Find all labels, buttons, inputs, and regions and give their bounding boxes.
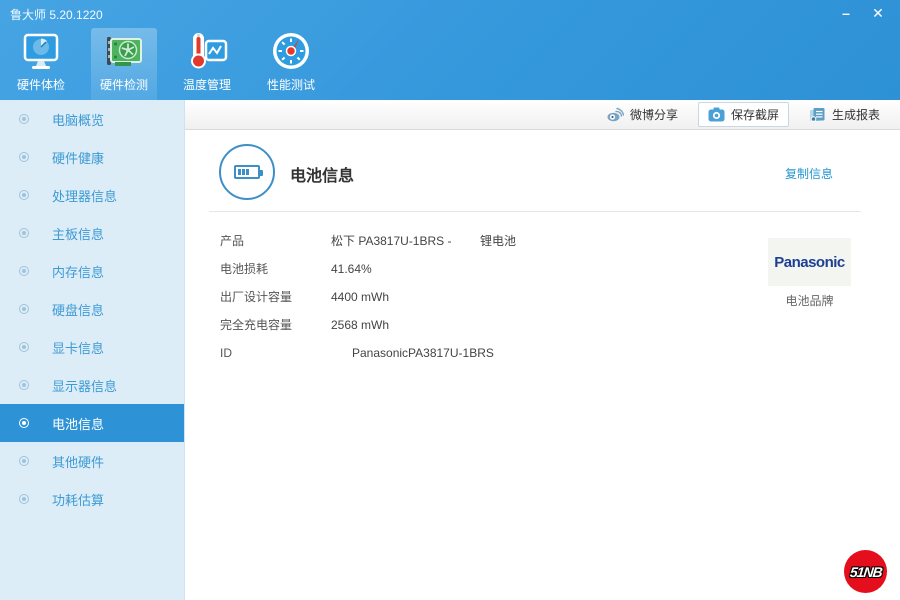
sidebar-item-label: 显示器信息 [52,378,118,394]
radio-dot-icon [19,380,29,390]
header-divider [209,211,861,212]
gpu-card-icon [107,37,142,66]
toolbar-tab-benchmark[interactable]: 性能测试 [258,28,324,100]
sidebar-item[interactable]: 功耗估算 [0,480,184,518]
toolbar-tab-label: 性能测试 [266,78,315,92]
action-button-label: 微博分享 [629,108,678,122]
radio-dot-icon [19,456,29,466]
toolbar-tab-label: 温度管理 [182,78,231,92]
row-label: 出厂设计容量 [220,290,293,304]
row-label: 完全充电容量 [220,318,293,332]
minimize-button[interactable]: – [834,2,858,24]
brand-caption: 电池品牌 [785,294,834,308]
radio-dot-icon [19,494,29,504]
gauge-icon [273,33,309,69]
row-value: 4400 mWh [331,290,390,304]
sidebar-item[interactable]: 电脑概览 [0,100,184,138]
window-title: 鲁大师 5.20.1220 [10,8,103,22]
table-row: 出厂设计容量 4400 mWh [220,283,740,311]
toolbar-tab-hardware-checkup[interactable]: 硬件体检 [8,28,74,100]
sidebar-item-label: 硬盘信息 [52,302,105,318]
sidebar-item-label: 功耗估算 [52,492,105,508]
panasonic-logo: Panasonic [774,253,845,271]
radio-dot-icon [19,418,29,428]
row-value: 松下 PA3817U-1BRS - [331,234,452,248]
sidebar-item-label: 电池信息 [52,416,105,432]
sidebar-item[interactable]: 硬盘信息 [0,290,184,328]
sidebar-item-label: 其他硬件 [52,454,105,470]
row-value-secondary: 锂电池 [480,234,517,248]
brand-logo-box: Panasonic [768,238,851,286]
sidebar-item[interactable]: 硬件健康 [0,138,184,176]
toolbar-tab-label: 硬件检测 [99,78,148,92]
sidebar-item[interactable]: 显卡信息 [0,328,184,366]
sidebar-item-label: 处理器信息 [52,188,118,204]
app-window: 鲁大师 5.20.1220 – ✕ 硬件体检 硬件检测 温度管理 性能测试 电脑… [0,0,900,600]
weibo-icon [607,107,624,122]
sidebar-item-label: 硬件健康 [52,150,105,166]
sidebar-item-label: 主板信息 [52,226,105,242]
row-value: 2568 mWh [331,318,390,332]
sidebar-item-label: 电脑概览 [52,112,105,128]
radio-dot-icon [19,228,29,238]
report-icon [809,108,825,122]
generate-report-button[interactable]: 生成报表 [803,103,886,126]
action-strip: 微博分享 保存截屏 生成报表 [185,100,900,130]
thermometer-chart-icon [191,33,228,69]
radio-dot-icon [19,190,29,200]
weibo-share-button[interactable]: 微博分享 [601,103,684,126]
radio-dot-icon [19,342,29,352]
camera-icon [708,107,725,122]
toolbar-tab-hardware-detect[interactable]: 硬件检测 [91,28,157,100]
sidebar-item[interactable]: 处理器信息 [0,176,184,214]
main-content: 电池信息 复制信息 产品 松下 PA3817U-1BRS - 锂电池 电池损耗 41… [185,130,900,600]
row-label: ID [220,346,232,360]
51nb-logo: 51NB [844,550,887,593]
radio-dot-icon [19,114,29,124]
app-header: 鲁大师 5.20.1220 – ✕ 硬件体检 硬件检测 温度管理 性能测试 [0,0,900,100]
battery-info-table: 产品 松下 PA3817U-1BRS - 锂电池 电池损耗 41.64% 出厂设计容… [220,227,740,367]
radio-dot-icon [19,152,29,162]
action-button-label: 保存截屏 [730,108,779,122]
page-title: 电池信息 [290,168,355,185]
radio-dot-icon [19,266,29,276]
sidebar-item[interactable]: 电池信息 [0,404,184,442]
51nb-logo-text: 51NB [848,563,883,580]
copy-info-link[interactable]: 复制信息 [785,165,833,182]
table-row: 电池损耗 41.64% [220,255,740,283]
sidebar-item[interactable]: 内存信息 [0,252,184,290]
sidebar: 电脑概览 硬件健康 处理器信息 主板信息 内存信息 硬盘信息 显卡信息 显示器信… [0,100,185,600]
row-label: 产品 [220,234,245,248]
table-row: ID PanasonicPA3817U-1BRS [220,339,740,367]
sidebar-item-label: 显卡信息 [52,340,105,356]
sidebar-item-label: 内存信息 [52,264,105,280]
toolbar-tab-temperature[interactable]: 温度管理 [174,28,240,100]
action-button-label: 生成报表 [831,108,880,122]
row-label: 电池损耗 [220,262,269,276]
close-button[interactable]: ✕ [866,2,890,24]
table-row: 完全充电容量 2568 mWh [220,311,740,339]
radio-dot-icon [19,304,29,314]
row-value: 41.64% [331,262,372,276]
toolbar-tab-label: 硬件体检 [16,78,65,92]
battery-icon [219,144,275,200]
sidebar-item[interactable]: 显示器信息 [0,366,184,404]
row-value: PanasonicPA3817U-1BRS [352,346,494,360]
save-screenshot-button[interactable]: 保存截屏 [697,102,789,127]
sidebar-item[interactable]: 主板信息 [0,214,184,252]
table-row: 产品 松下 PA3817U-1BRS - 锂电池 [220,227,740,255]
sidebar-item[interactable]: 其他硬件 [0,442,184,480]
monitor-radar-icon [23,33,59,69]
